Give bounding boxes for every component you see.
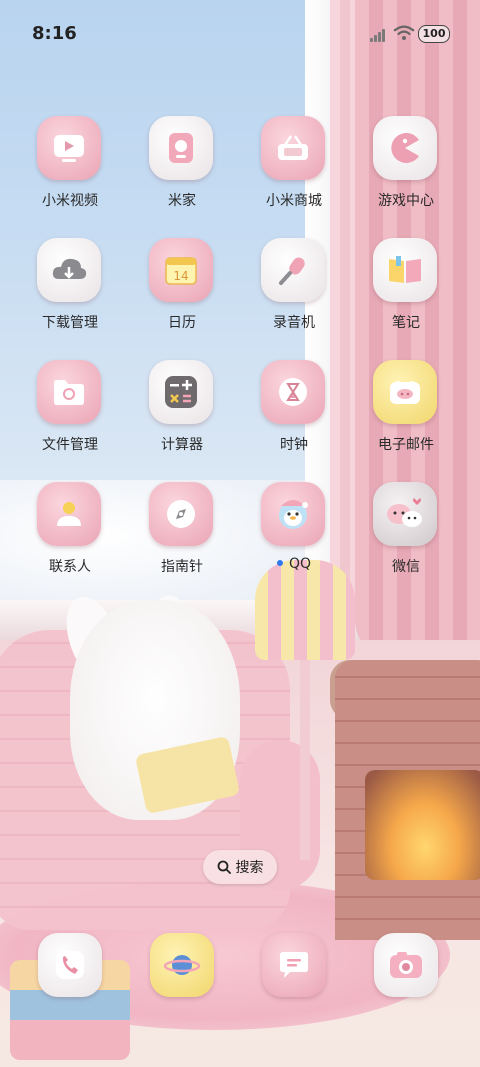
- dock-browser-button[interactable]: [150, 933, 214, 997]
- app-clock[interactable]: 时钟: [239, 360, 349, 470]
- app-qq[interactable]: QQ: [239, 482, 349, 592]
- app-calendar[interactable]: 14 日历: [127, 238, 237, 348]
- app-file-manager[interactable]: 文件管理: [15, 360, 125, 470]
- app-label: 计算器: [161, 437, 203, 453]
- signal-icon: [370, 28, 388, 42]
- app-label: 文件管理: [42, 437, 98, 453]
- phone-icon: [56, 951, 84, 979]
- app-notes[interactable]: 笔记: [351, 238, 461, 348]
- new-notification-dot: [276, 560, 283, 566]
- app-label: 联系人: [49, 559, 91, 575]
- calendar-icon: 14: [149, 238, 213, 302]
- wifi-icon: [393, 25, 415, 41]
- planet-icon: [163, 955, 201, 975]
- contacts-icon: [37, 482, 101, 546]
- app-mi-store[interactable]: 小米商城: [239, 116, 349, 226]
- app-label: 日历: [168, 315, 196, 331]
- search-icon: [217, 860, 231, 874]
- app-mijia[interactable]: 米家: [127, 116, 237, 226]
- app-recorder[interactable]: 录音机: [239, 238, 349, 348]
- game-pacman-icon: [373, 116, 437, 180]
- smart-home-icon: [149, 116, 213, 180]
- app-contacts[interactable]: 联系人: [15, 482, 125, 592]
- status-bar: 8:16 100: [0, 0, 480, 70]
- wechat-icon: [373, 482, 437, 546]
- search-button[interactable]: 搜索: [203, 850, 277, 884]
- app-calculator[interactable]: 计算器: [127, 360, 237, 470]
- calculator-icon: [149, 360, 213, 424]
- app-compass[interactable]: 指南针: [127, 482, 237, 592]
- wallpaper-fire: [365, 770, 480, 880]
- svg-text:14: 14: [173, 269, 188, 283]
- app-xiaomi-video[interactable]: 小米视频: [15, 116, 125, 226]
- status-time: 8:16: [32, 23, 77, 44]
- battery-indicator: 100: [418, 25, 450, 43]
- search-label: 搜索: [235, 860, 264, 876]
- cloud-download-icon: [37, 238, 101, 302]
- qq-penguin-icon: [261, 482, 325, 546]
- app-label: 小米商城: [266, 193, 322, 209]
- app-wechat[interactable]: 微信: [351, 482, 461, 592]
- app-label: 电子邮件: [378, 437, 434, 453]
- hourglass-icon: [261, 360, 325, 424]
- app-label-text: QQ: [288, 556, 312, 572]
- app-label: 指南针: [161, 559, 203, 575]
- dock-messages-button[interactable]: [262, 933, 326, 997]
- app-label: 下载管理: [42, 315, 98, 331]
- app-label: 录音机: [273, 315, 315, 331]
- message-bubble-icon: [280, 952, 308, 978]
- dock-phone-button[interactable]: [38, 933, 102, 997]
- notebook-icon: [373, 238, 437, 302]
- app-label: 游戏中心: [378, 193, 434, 209]
- app-label: 时钟: [280, 437, 308, 453]
- app-label: 笔记: [392, 315, 420, 331]
- microphone-icon: [261, 238, 325, 302]
- camera-icon: [390, 952, 422, 978]
- dock-camera-button[interactable]: [374, 933, 438, 997]
- folder-icon: [37, 360, 101, 424]
- app-label: QQ: [239, 556, 349, 572]
- app-label: 小米视频: [42, 193, 98, 209]
- app-game-center[interactable]: 游戏中心: [351, 116, 461, 226]
- compass-icon: [149, 482, 213, 546]
- app-label: 米家: [168, 193, 196, 209]
- video-play-icon: [37, 116, 101, 180]
- shopping-basket-icon: [261, 116, 325, 180]
- wallpaper-lamp-pole: [300, 660, 310, 860]
- app-download-manager[interactable]: 下载管理: [15, 238, 125, 348]
- app-label: 微信: [392, 559, 420, 575]
- app-email[interactable]: 电子邮件: [351, 360, 461, 470]
- mail-icon: [373, 360, 437, 424]
